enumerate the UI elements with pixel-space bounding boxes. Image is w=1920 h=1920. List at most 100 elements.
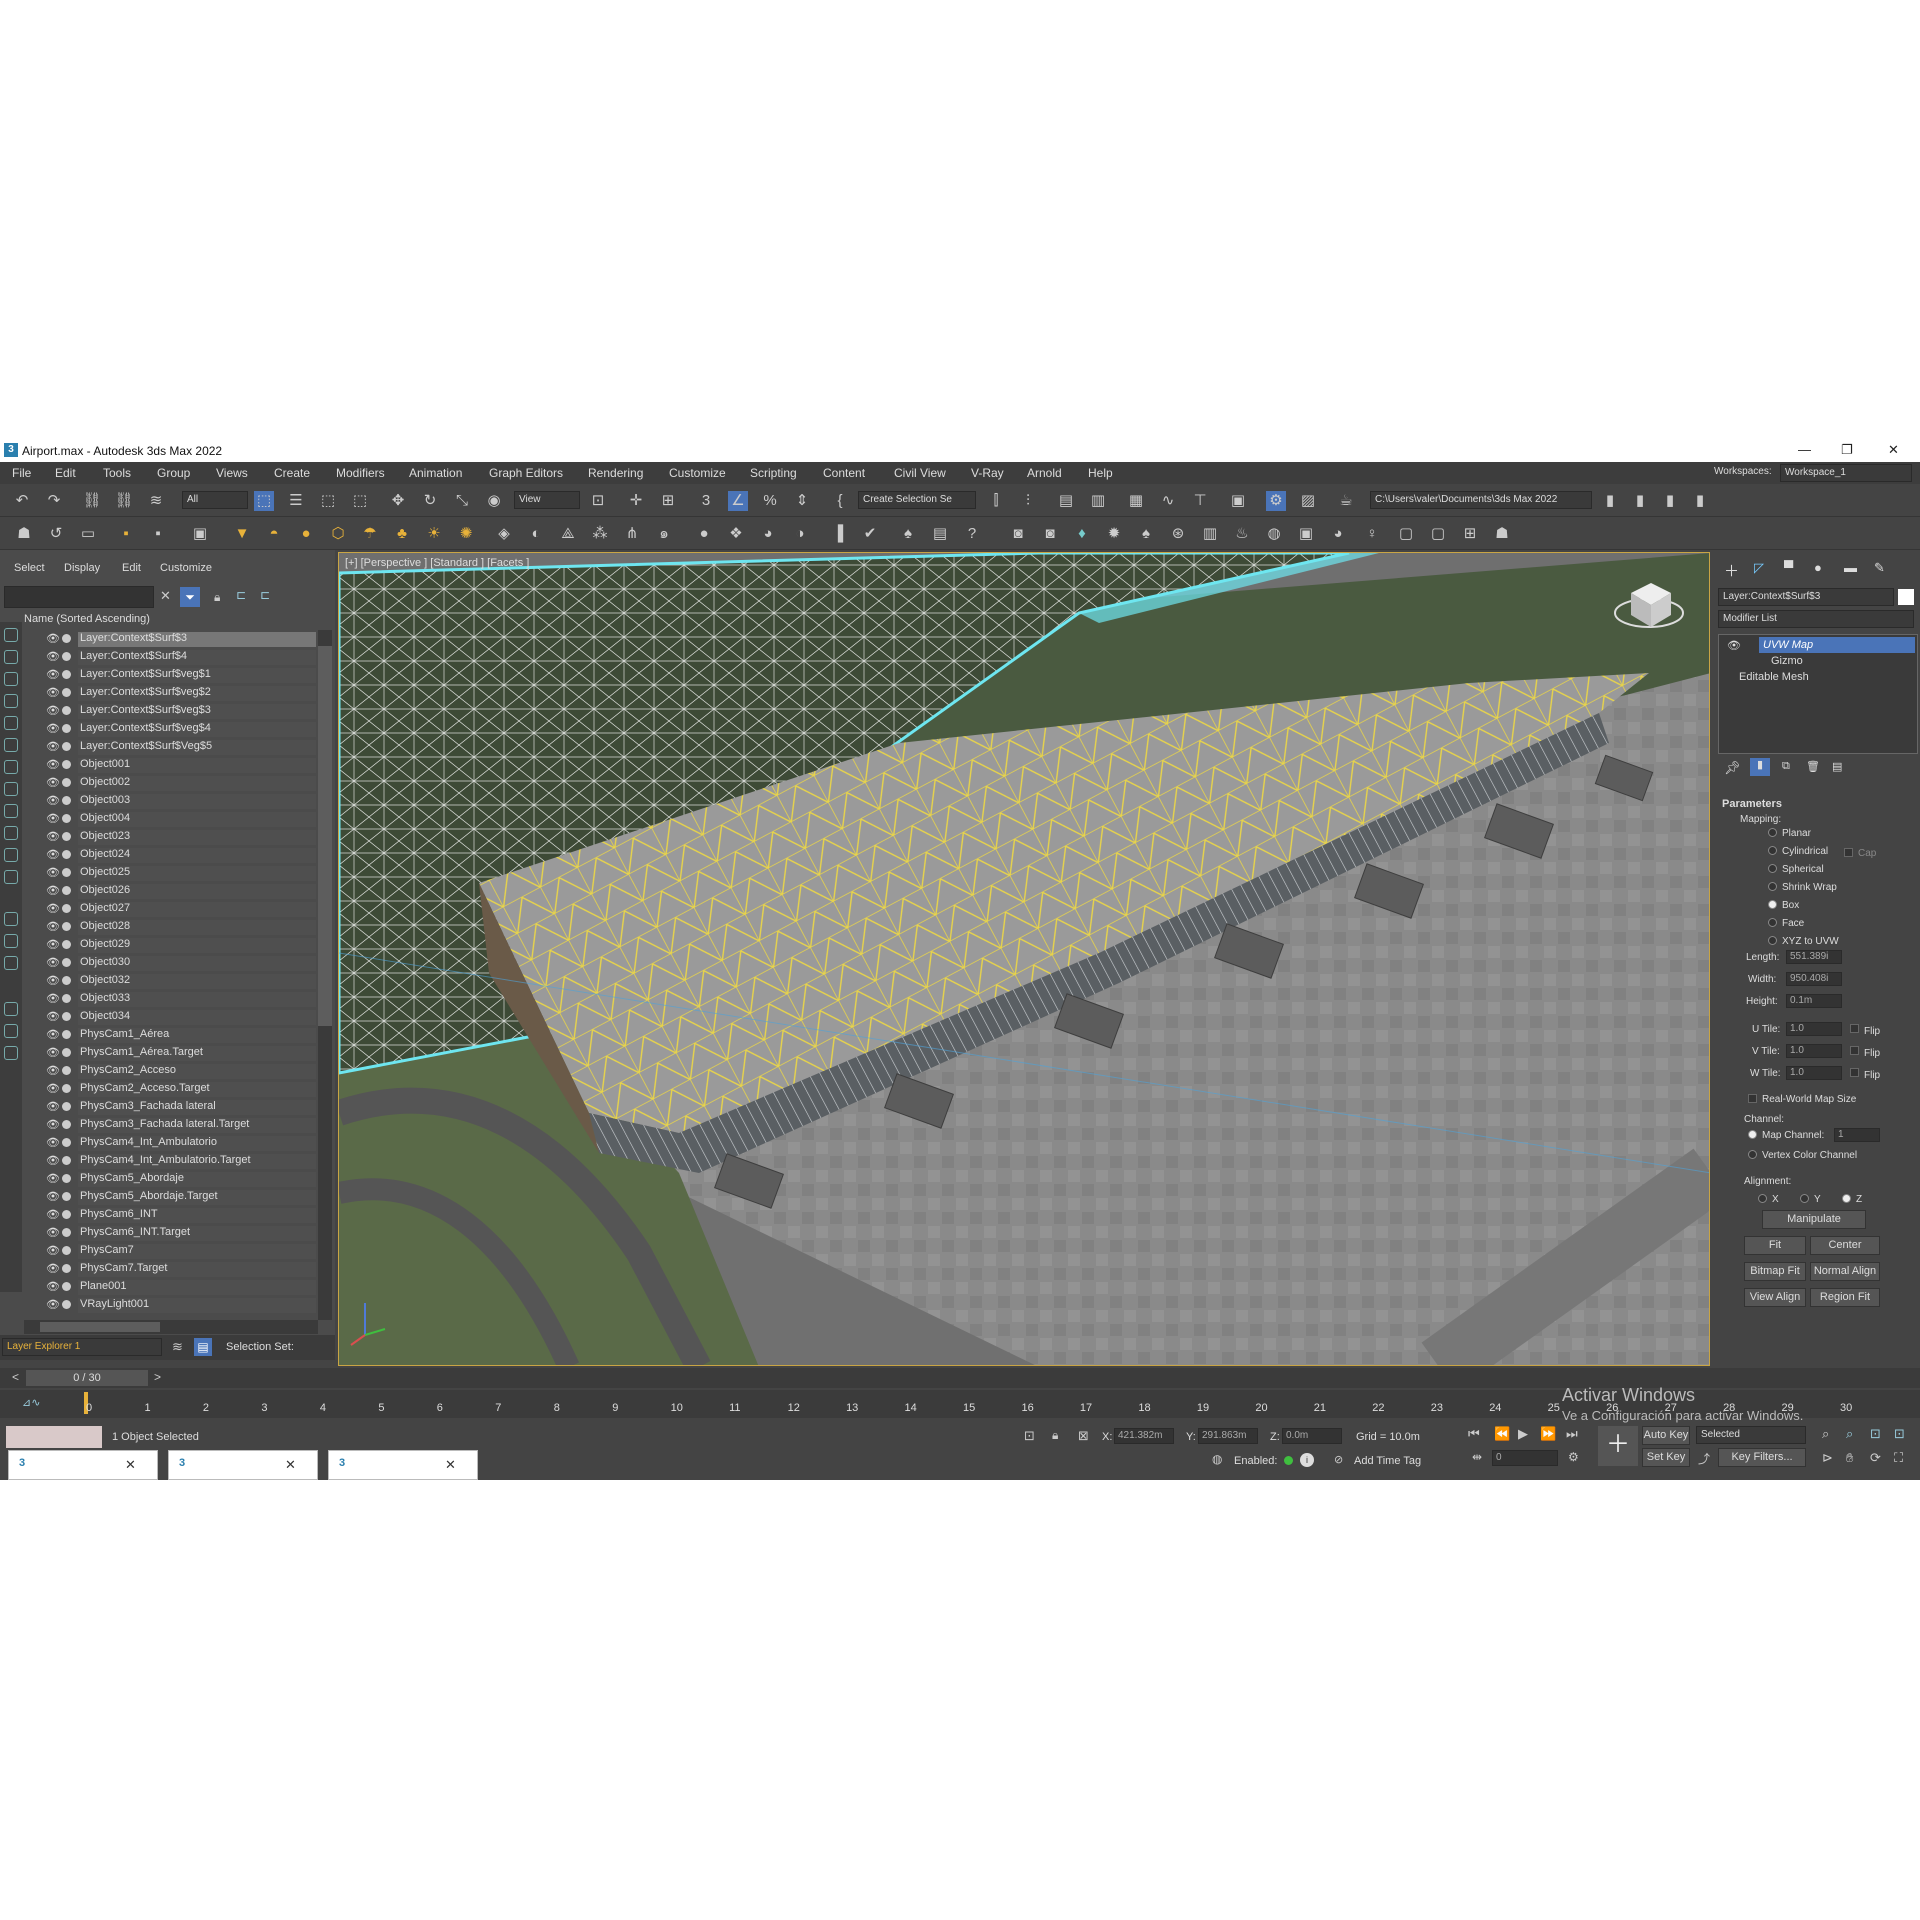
visibility-eye-icon[interactable]: 👁︎ — [46, 650, 60, 663]
move-icon[interactable]: ✥ — [388, 491, 408, 511]
arnold-tree-icon[interactable]: ♠ — [898, 524, 918, 544]
vray-proxy-icon[interactable]: ▣ — [190, 524, 210, 544]
list-item[interactable]: 👁︎ PhysCam1_Aérea — [40, 1026, 316, 1044]
sun-icon[interactable]: ☀ — [424, 524, 444, 544]
side-icon-2[interactable] — [4, 650, 18, 664]
z-coordinate-field[interactable]: 0.0m — [1282, 1428, 1342, 1444]
region-fit-button[interactable]: Region Fit — [1810, 1288, 1880, 1307]
viewport-label[interactable]: [+] [Perspective ] [Standard ] [Facets ] — [345, 557, 529, 569]
redo-icon[interactable]: ↷ — [44, 491, 64, 511]
auto-key-button[interactable]: Auto Key — [1642, 1426, 1690, 1445]
visibility-eye-icon[interactable]: 👁︎ — [46, 1010, 60, 1023]
teapot-icon[interactable]: ☗ — [14, 524, 34, 544]
cube-icon[interactable]: ◈ — [494, 524, 514, 544]
set-key-big-icon[interactable]: ＋ — [1598, 1426, 1638, 1466]
arnold-spin-icon[interactable]: ⊛ — [1168, 524, 1188, 544]
hierarchy-tab-icon[interactable]: ▀ — [1784, 560, 1793, 575]
layers-icon[interactable]: ≋ — [172, 1339, 183, 1355]
visibility-eye-icon[interactable]: 👁︎ — [46, 902, 60, 915]
visibility-eye-icon[interactable]: 👁︎ — [46, 1136, 60, 1149]
project-icon-2[interactable]: ▮ — [1630, 491, 1650, 511]
time-config-icon[interactable]: ⚙ — [1568, 1450, 1579, 1464]
info-icon[interactable]: i — [1300, 1453, 1314, 1467]
go-to-end-icon[interactable]: ⏭ — [1566, 1426, 1578, 1442]
modifier-list-dropdown[interactable]: Modifier List — [1718, 610, 1914, 628]
list-item[interactable]: 👁︎ Layer:Context$Surf$3 — [40, 630, 316, 648]
visibility-eye-icon[interactable]: 👁︎ — [46, 1280, 60, 1293]
mapping-radio-spherical[interactable] — [1768, 864, 1777, 873]
align-x-radio[interactable] — [1758, 1194, 1767, 1203]
key-set-dropdown[interactable]: Selected — [1696, 1426, 1806, 1444]
visibility-eye-icon[interactable]: 👁︎ — [46, 1064, 60, 1077]
undo-icon[interactable]: ↶ — [12, 491, 32, 511]
menu-views[interactable]: Views — [216, 466, 248, 480]
manipulate-button[interactable]: Manipulate — [1762, 1210, 1866, 1229]
vray-light-icon[interactable]: ▪ — [116, 524, 136, 544]
list-item[interactable]: 👁︎ PhysCam1_Aérea.Target — [40, 1044, 316, 1062]
set-key-button[interactable]: Set Key — [1642, 1448, 1690, 1467]
keyboard-shortcut-icon[interactable]: ⊞ — [658, 491, 678, 511]
visibility-eye-icon[interactable]: 👁︎ — [46, 938, 60, 951]
fit-button[interactable]: Fit — [1744, 1236, 1806, 1255]
material-pick-icon[interactable]: ◕ — [758, 524, 778, 544]
list-item[interactable]: 👁︎ Object027 — [40, 900, 316, 918]
go-to-start-icon[interactable]: ⏮ — [1468, 1426, 1480, 1442]
utilities-tab-icon[interactable]: ✎ — [1874, 560, 1885, 576]
schematic-view-icon[interactable]: ⊤ — [1190, 491, 1210, 511]
list-item[interactable]: 👁︎ PhysCam6_INT — [40, 1206, 316, 1224]
key-mode-icon[interactable]: ⇹ — [1472, 1450, 1482, 1464]
parameters-rollout[interactable]: Parameters — [1722, 798, 1782, 810]
visibility-eye-icon[interactable]: 👁︎ — [46, 632, 60, 645]
side-icon-10[interactable] — [4, 826, 18, 840]
menu-help[interactable]: Help — [1088, 466, 1113, 480]
scatter-icon[interactable]: ⁂ — [590, 524, 610, 544]
side-folder-icon[interactable] — [4, 1046, 18, 1060]
time-next-icon[interactable]: > — [154, 1370, 161, 1384]
visibility-eye-icon[interactable]: 👁︎ — [46, 794, 60, 807]
project-icon-4[interactable]: ▮ — [1690, 491, 1710, 511]
current-frame-field[interactable]: 0 — [1492, 1450, 1558, 1466]
visibility-eye-icon[interactable]: 👁︎ — [46, 758, 60, 771]
menu-arnold[interactable]: Arnold — [1027, 466, 1062, 480]
menu-animation[interactable]: Animation — [409, 466, 462, 480]
perspective-viewport[interactable]: [+] [Perspective ] [Standard ] [Facets ] — [338, 552, 1710, 1366]
configure-sets-icon[interactable]: ▤ — [1832, 760, 1842, 773]
fov-icon[interactable]: ⊳ — [1822, 1450, 1833, 1466]
side-icon-5[interactable] — [4, 716, 18, 730]
orbit-icon[interactable]: ⟳ — [1870, 1450, 1881, 1466]
select-object-icon[interactable]: ⬚ — [254, 491, 274, 511]
link-icon[interactable]: ⛓ — [82, 491, 102, 511]
maxscript-listener[interactable] — [6, 1426, 102, 1448]
pivot-center-icon[interactable]: ⊡ — [588, 491, 608, 511]
side-filter2-icon[interactable] — [4, 1024, 18, 1038]
visibility-eye-icon[interactable]: 👁︎ — [46, 1100, 60, 1113]
list-item[interactable]: 👁︎ PhysCam6_INT.Target — [40, 1224, 316, 1242]
teapot2-icon[interactable]: ☗ — [1492, 524, 1512, 544]
box-icon[interactable]: ▭ — [78, 524, 98, 544]
lock-icon[interactable]: 🔒︎ — [214, 590, 220, 605]
mirror-icon[interactable]: ⫿ — [986, 491, 1006, 511]
visibility-eye-icon[interactable]: 👁︎ — [46, 1046, 60, 1059]
layer-explorer-dropdown[interactable]: Layer Explorer 1 — [2, 1338, 162, 1356]
window-icon-3[interactable]: ⊞ — [1460, 524, 1480, 544]
edit-named-selection-icon[interactable]: { — [830, 491, 850, 511]
visibility-eye-icon[interactable]: 👁︎ — [46, 1262, 60, 1275]
named-selection-dropdown[interactable]: Create Selection Se — [858, 491, 976, 509]
layer-explorer-icon[interactable]: ▥ — [1088, 491, 1108, 511]
list-column-header[interactable]: Name (Sorted Ascending) — [24, 613, 330, 629]
sphere-light-icon[interactable]: ● — [296, 524, 316, 544]
previous-frame-icon[interactable]: ⏪ — [1494, 1426, 1510, 1442]
arnold-tree2-icon[interactable]: ♠ — [1136, 524, 1156, 544]
list-item[interactable]: 👁︎ Object002 — [40, 774, 316, 792]
align-y-radio[interactable] — [1800, 1194, 1809, 1203]
curve-editor-icon[interactable]: ∿ — [1158, 491, 1178, 511]
stack-item-gizmo[interactable]: Gizmo — [1771, 655, 1803, 667]
project-icon-3[interactable]: ▮ — [1660, 491, 1680, 511]
visibility-eye-icon[interactable]: 👁︎ — [46, 1028, 60, 1041]
list-item[interactable]: 👁︎ PhysCam5_Abordaje — [40, 1170, 316, 1188]
list-item[interactable]: 👁︎ Object003 — [40, 792, 316, 810]
object-color-swatch[interactable] — [1898, 589, 1914, 605]
side-icon-13[interactable] — [4, 912, 18, 926]
spinner-snap-icon[interactable]: ⇕ — [792, 491, 812, 511]
create-tab-icon[interactable]: ＋ — [1724, 560, 1739, 581]
